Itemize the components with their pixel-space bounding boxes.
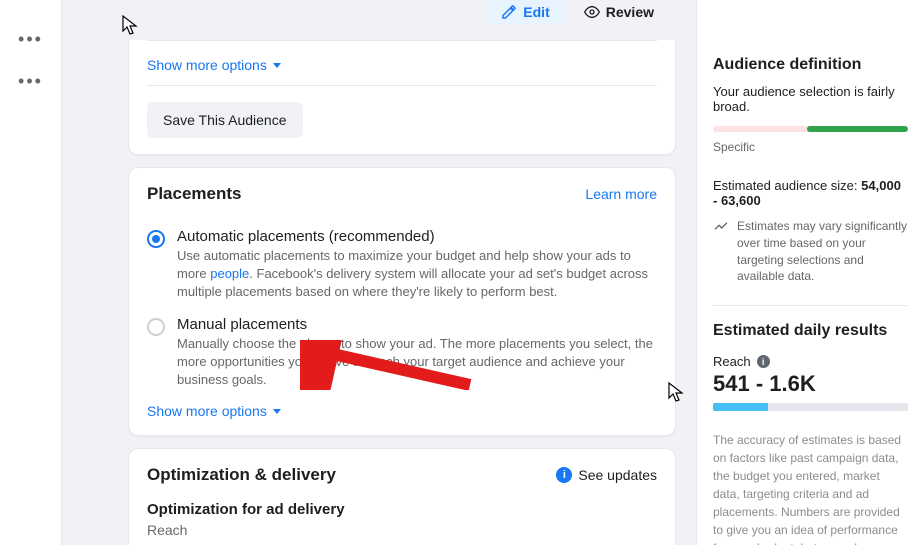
- main-column: Edit Review Show more options Save This …: [128, 0, 676, 545]
- learn-more-link[interactable]: Learn more: [585, 186, 657, 202]
- show-more-placements-label: Show more options: [147, 403, 267, 419]
- left-rail: ••• •••: [0, 0, 62, 545]
- show-more-placements[interactable]: Show more options: [147, 403, 281, 419]
- divider: [147, 85, 657, 86]
- caret-down-icon: [273, 63, 281, 68]
- see-updates-link[interactable]: i See updates: [556, 467, 657, 483]
- reach-label: Reach: [713, 354, 751, 369]
- placements-title: Placements: [147, 184, 242, 204]
- chart-icon: [713, 218, 729, 234]
- daily-results-title: Estimated daily results: [713, 322, 908, 340]
- placements-manual-option[interactable]: Manual placements Manually choose the pl…: [147, 316, 657, 390]
- accuracy-text: The accuracy of estimates is based on fa…: [713, 431, 908, 545]
- manual-placements-desc: Manually choose the places to show your …: [177, 335, 657, 390]
- info-icon[interactable]: i: [757, 355, 770, 368]
- radio-automatic[interactable]: [147, 230, 165, 248]
- caret-down-icon: [273, 409, 281, 414]
- reach-bar: [713, 403, 908, 411]
- estimate-note: Estimates may vary significantly over ti…: [713, 218, 908, 285]
- audience-meter-label: Specific: [713, 140, 908, 154]
- optimization-value: Reach: [147, 522, 657, 538]
- right-sidebar: Audience definition Your audience select…: [696, 0, 922, 545]
- divider: [147, 40, 657, 41]
- divider: [713, 305, 908, 306]
- placements-automatic-option[interactable]: Automatic placements (recommended) Use a…: [147, 228, 657, 302]
- more-menu-2[interactable]: •••: [16, 66, 46, 96]
- info-icon: i: [556, 467, 572, 483]
- placements-card: Placements Learn more Automatic placemen…: [128, 167, 676, 436]
- reach-value: 541 - 1.6K: [713, 371, 908, 397]
- see-updates-label: See updates: [578, 467, 657, 483]
- auto-placements-title: Automatic placements (recommended): [177, 228, 657, 245]
- audience-definition-title: Audience definition: [713, 56, 908, 74]
- people-link[interactable]: people: [210, 266, 249, 281]
- show-more-audience-label: Show more options: [147, 57, 267, 73]
- show-more-audience[interactable]: Show more options: [147, 57, 281, 73]
- manual-placements-title: Manual placements: [177, 316, 657, 333]
- estimated-size: Estimated audience size: 54,000 - 63,600: [713, 178, 908, 208]
- audience-definition-sub: Your audience selection is fairly broad.: [713, 84, 908, 114]
- audience-meter: [713, 126, 908, 132]
- auto-placements-desc: Use automatic placements to maximize you…: [177, 247, 657, 302]
- save-audience-button[interactable]: Save This Audience: [147, 102, 303, 138]
- audience-card: Show more options Save This Audience: [128, 40, 676, 155]
- radio-manual[interactable]: [147, 318, 165, 336]
- optimization-title: Optimization & delivery: [147, 465, 336, 485]
- more-menu-1[interactable]: •••: [16, 24, 46, 54]
- optimization-card: Optimization & delivery i See updates Op…: [128, 448, 676, 545]
- reach-label-row: Reach i: [713, 354, 908, 369]
- optimization-sub-title: Optimization for ad delivery: [147, 501, 657, 518]
